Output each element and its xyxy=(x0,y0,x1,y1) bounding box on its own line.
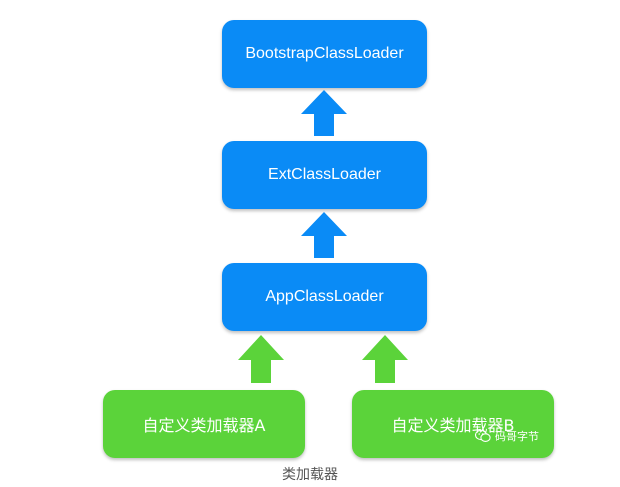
arrow-custom-b-to-app xyxy=(362,335,408,383)
arrow-ext-to-bootstrap xyxy=(301,90,347,136)
custom-classloader-a-label: 自定义类加载器A xyxy=(142,416,266,435)
watermark: 码哥字节 xyxy=(475,428,539,444)
app-classloader-node: AppClassLoader xyxy=(222,263,427,331)
custom-classloader-a-node: 自定义类加载器A xyxy=(103,390,305,458)
wechat-icon xyxy=(475,429,491,442)
ext-classloader-label: ExtClassLoader xyxy=(268,166,381,183)
watermark-text: 码哥字节 xyxy=(495,430,539,443)
arrow-app-to-ext xyxy=(301,212,347,258)
bootstrap-classloader-label: BootstrapClassLoader xyxy=(245,45,404,62)
diagram-caption: 类加载器 xyxy=(282,467,338,483)
bootstrap-classloader-node: BootstrapClassLoader xyxy=(222,20,427,88)
arrow-custom-a-to-app xyxy=(238,335,284,383)
ext-classloader-node: ExtClassLoader xyxy=(222,141,427,209)
custom-classloader-b-node: 自定义类加载器B xyxy=(352,390,554,458)
app-classloader-label: AppClassLoader xyxy=(265,288,384,305)
